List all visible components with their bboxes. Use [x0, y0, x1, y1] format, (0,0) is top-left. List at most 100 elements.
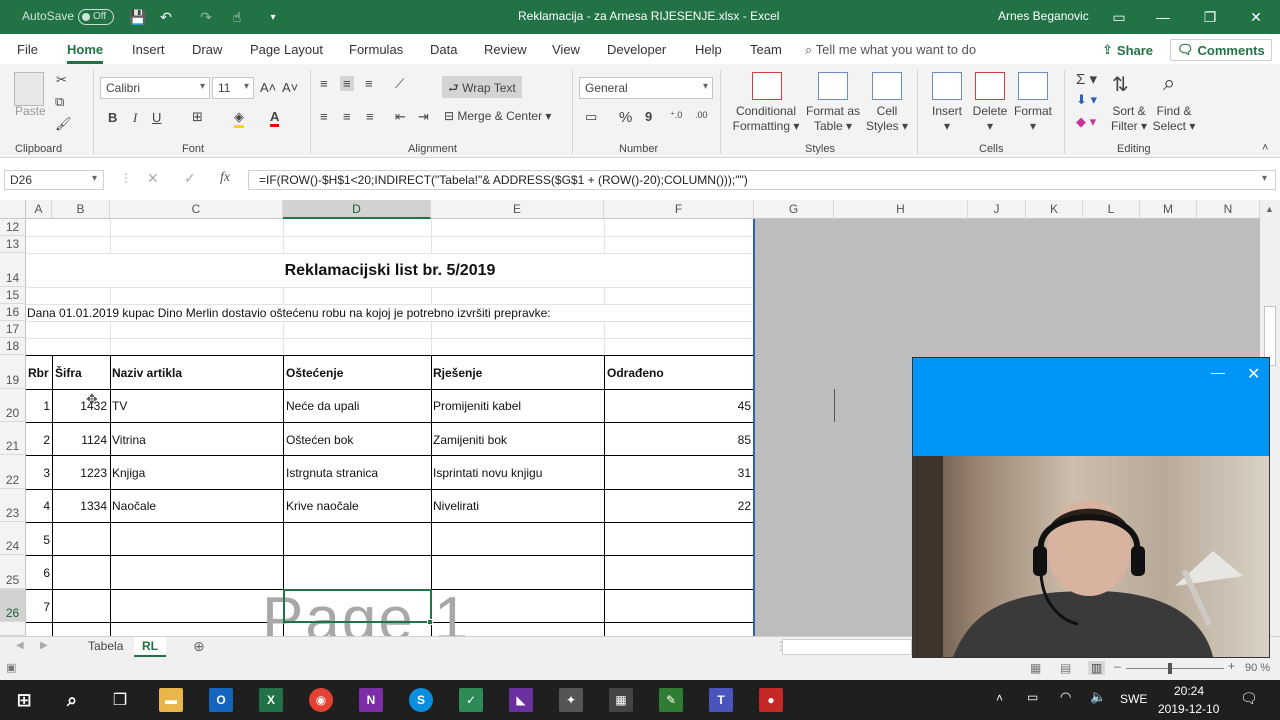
cell-rjesenje[interactable]: Nivelirati: [433, 499, 479, 513]
name-box[interactable]: D26: [4, 170, 104, 190]
customize-toolbar-icon[interactable]: ▾: [262, 6, 284, 28]
align-center-icon[interactable]: ≡: [343, 109, 351, 124]
cell-rbr[interactable]: 6: [26, 566, 50, 580]
search-icon[interactable]: ⌕: [60, 688, 84, 712]
chrome-icon[interactable]: ◉: [309, 688, 333, 712]
language-indicator[interactable]: SWE: [1120, 692, 1147, 706]
header-rbr[interactable]: Rbr: [28, 366, 49, 380]
cell-odradjeno[interactable]: 22: [604, 499, 751, 513]
zoom-in-icon[interactable]: +: [1228, 659, 1235, 673]
cell-sifra[interactable]: 1124: [52, 433, 107, 447]
format-cells-button[interactable]: Format ▾: [1010, 104, 1056, 134]
cell-rbr[interactable]: 7: [26, 600, 50, 614]
font-size-select[interactable]: 11: [212, 77, 254, 99]
prev-sheet-icon[interactable]: ◀: [16, 640, 24, 651]
cell-odradjeno[interactable]: 31: [604, 466, 751, 480]
column-header-m[interactable]: M: [1140, 200, 1197, 219]
autosave-toggle[interactable]: Off: [78, 9, 114, 25]
sheet-tab-tabela[interactable]: Tabela: [80, 637, 131, 657]
clock-date[interactable]: 2019-12-10: [1158, 702, 1219, 716]
select-all-corner[interactable]: [0, 200, 26, 219]
tab-formulas[interactable]: Formulas: [349, 42, 403, 57]
column-header-l[interactable]: L: [1083, 200, 1140, 219]
normal-view-icon[interactable]: ▦: [1030, 661, 1041, 675]
recorder-icon[interactable]: ●: [759, 688, 783, 712]
cell-naziv[interactable]: Naočale: [112, 499, 156, 513]
cell-sifra[interactable]: 1334: [52, 499, 107, 513]
zoom-out-icon[interactable]: –: [1114, 659, 1121, 673]
align-middle-icon[interactable]: ≡: [340, 76, 354, 91]
comma-style-icon[interactable]: 9: [645, 109, 652, 124]
row-header-23[interactable]: 23: [0, 489, 26, 522]
insert-cells-button[interactable]: Insert ▾: [926, 104, 968, 134]
tab-view[interactable]: View: [552, 42, 580, 57]
expand-formula-icon[interactable]: ▾: [1262, 173, 1267, 184]
clock-time[interactable]: 20:24: [1174, 684, 1204, 698]
header-sifra[interactable]: Šifra: [55, 366, 82, 380]
accounting-format-icon[interactable]: ▭: [585, 109, 597, 125]
macro-record-icon[interactable]: ▣: [6, 661, 16, 674]
cell-naziv[interactable]: Vitrina: [112, 433, 146, 447]
collapse-ribbon-icon[interactable]: ˄: [1262, 142, 1268, 154]
zoom-level[interactable]: 90 %: [1245, 662, 1270, 674]
volume-icon[interactable]: 🔈: [1090, 689, 1106, 705]
underline-icon[interactable]: U: [152, 110, 161, 125]
row-header-12[interactable]: 12: [0, 219, 26, 236]
cell-styles-icon[interactable]: [872, 72, 902, 100]
column-header-c[interactable]: C: [110, 200, 283, 219]
column-header-g[interactable]: G: [754, 200, 834, 219]
copy-icon[interactable]: ⧉: [55, 94, 64, 110]
cell-rjesenje[interactable]: Isprintati novu knjigu: [433, 466, 542, 480]
tab-home[interactable]: Home: [67, 42, 104, 64]
tab-help[interactable]: Help: [695, 42, 722, 57]
cell-rbr[interactable]: 4: [26, 499, 50, 513]
borders-icon[interactable]: ⊞: [192, 109, 203, 125]
add-sheet-icon[interactable]: ⊕: [193, 638, 205, 655]
row-header-25[interactable]: 25: [0, 555, 26, 589]
decrease-font-icon[interactable]: A˅: [282, 80, 298, 95]
tab-file[interactable]: File: [17, 42, 38, 57]
tray-chevron-icon[interactable]: ˄: [996, 691, 1003, 705]
enter-icon[interactable]: ✓: [184, 170, 196, 187]
cell-ostecenje[interactable]: Istrgnuta stranica: [286, 466, 378, 480]
ribbon-display-icon[interactable]: ▭: [1096, 0, 1142, 34]
insert-cells-icon[interactable]: [932, 72, 962, 100]
increase-font-icon[interactable]: A˄: [260, 80, 276, 95]
user-name[interactable]: Arnes Beganovic: [998, 9, 1089, 23]
fill-handle[interactable]: [427, 619, 433, 625]
paste-icon[interactable]: [14, 72, 44, 106]
header-odradjeno[interactable]: Odrađeno: [607, 366, 664, 380]
calculator-icon[interactable]: ▦: [609, 688, 633, 712]
font-name-select[interactable]: Calibri: [100, 77, 210, 99]
windows-start-icon[interactable]: ⊞: [12, 688, 36, 712]
page-layout-view-icon[interactable]: ▤: [1060, 661, 1071, 675]
paste-button[interactable]: Paste: [15, 104, 46, 119]
cell-rjesenje[interactable]: Promijeniti kabel: [433, 399, 521, 413]
comments-button[interactable]: 🗨 Comments: [1170, 39, 1272, 61]
row-header-18[interactable]: 18: [0, 338, 26, 355]
row-header-13[interactable]: 13: [0, 236, 26, 253]
visual-studio-icon[interactable]: ◣: [509, 688, 533, 712]
format-as-table-button[interactable]: Format as Table ▾: [804, 104, 862, 134]
name-box-dropdown-icon[interactable]: ▾: [92, 173, 97, 184]
wifi-icon[interactable]: ◠: [1060, 689, 1071, 705]
align-right-icon[interactable]: ≡: [366, 109, 374, 124]
app-icon[interactable]: ✦: [559, 688, 583, 712]
number-format-select[interactable]: General: [579, 77, 713, 99]
formula-input[interactable]: =IF(ROW()-$H$1<20;INDIRECT("Tabela!"& AD…: [248, 170, 1276, 190]
conditional-formatting-button[interactable]: Conditional Formatting ▾: [730, 104, 802, 134]
conditional-formatting-icon[interactable]: [752, 72, 782, 100]
column-header-h[interactable]: H: [834, 200, 968, 219]
format-painter-icon[interactable]: 🖌: [55, 116, 72, 132]
header-ostecenje[interactable]: Oštećenje: [286, 366, 343, 380]
sort-filter-button[interactable]: Sort & Filter ▾: [1104, 104, 1154, 134]
app-icon[interactable]: ✓: [459, 688, 483, 712]
align-top-icon[interactable]: ≡: [320, 76, 328, 91]
cell-styles-button[interactable]: Cell Styles ▾: [864, 104, 910, 134]
row-header-21[interactable]: 21: [0, 422, 26, 455]
cancel-icon[interactable]: ✕: [147, 170, 159, 187]
decrease-decimal-icon[interactable]: .00: [695, 110, 708, 120]
cell-ostecenje[interactable]: Oštećen bok: [286, 433, 353, 447]
redo-icon[interactable]: ↷: [195, 6, 217, 28]
cell-naziv[interactable]: Knjiga: [112, 466, 145, 480]
